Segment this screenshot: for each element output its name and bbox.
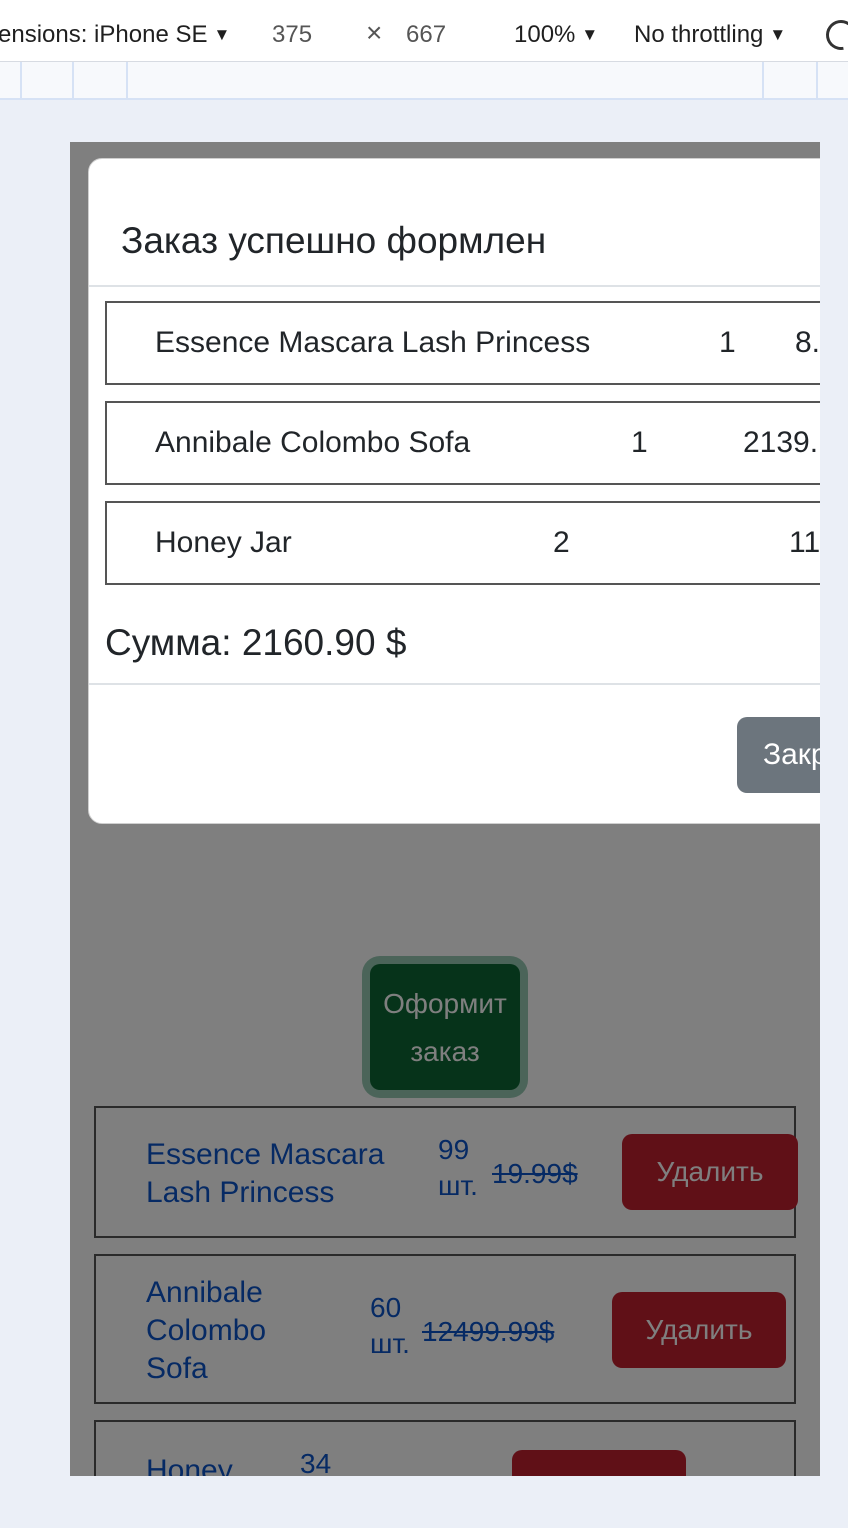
ruler-mark[interactable] xyxy=(126,62,128,100)
width-input[interactable]: 375 xyxy=(272,20,312,50)
order-item-name: Essence Mascara Lash Princess xyxy=(155,326,591,359)
devtools-toolbar: ensions: iPhone SE ▼ 375 × 667 100% ▼ No t… xyxy=(0,0,848,62)
chevron-down-icon: ▼ xyxy=(581,25,599,44)
order-item-qty: 2 xyxy=(553,526,570,559)
modal-divider xyxy=(89,683,820,685)
order-total: Сумма: 2160.90 $ xyxy=(105,622,407,663)
zoom-label: 100% xyxy=(514,21,576,48)
order-item-price: 11. xyxy=(789,526,820,559)
ruler-mark[interactable] xyxy=(72,62,74,100)
zoom-select[interactable]: 100% ▼ xyxy=(514,20,598,50)
throttling-select[interactable]: No throttling ▼ xyxy=(634,20,786,50)
order-item-name: Honey Jar xyxy=(155,526,292,559)
device-dimensions-label: ensions: iPhone SE xyxy=(0,21,208,48)
order-item-row: Honey Jar 2 11. xyxy=(105,501,820,585)
rotate-icon[interactable] xyxy=(820,14,848,56)
order-success-modal: Заказ успешно формлен Essence Mascara La… xyxy=(88,158,820,824)
order-item-qty: 1 xyxy=(631,426,648,459)
close-button[interactable]: Закр xyxy=(737,717,820,793)
order-item-price: 2139. xyxy=(743,426,819,459)
ruler-mark[interactable] xyxy=(20,62,22,100)
order-item-name: Annibale Colombo Sofa xyxy=(155,426,471,459)
ruler-mark[interactable] xyxy=(816,62,818,100)
throttling-label: No throttling xyxy=(634,21,764,48)
chevron-down-icon: ▼ xyxy=(769,25,787,44)
chevron-down-icon: ▼ xyxy=(213,25,231,44)
modal-divider xyxy=(89,285,820,287)
modal-title: Заказ успешно формлен xyxy=(121,220,547,261)
height-input[interactable]: 667 xyxy=(406,20,446,50)
device-dimensions-select[interactable]: ensions: iPhone SE ▼ xyxy=(0,20,230,50)
device-viewport: Оформит заказ Essence Mascara Lash Princ… xyxy=(70,142,820,1476)
media-query-ruler xyxy=(0,62,848,100)
close-icon: × xyxy=(366,17,383,48)
order-item-price: 8. xyxy=(795,326,820,359)
order-item-qty: 1 xyxy=(719,326,736,359)
ruler-mark[interactable] xyxy=(762,62,764,100)
order-item-row: Essence Mascara Lash Princess 1 8. xyxy=(105,301,820,385)
order-item-row: Annibale Colombo Sofa 1 2139. xyxy=(105,401,820,485)
